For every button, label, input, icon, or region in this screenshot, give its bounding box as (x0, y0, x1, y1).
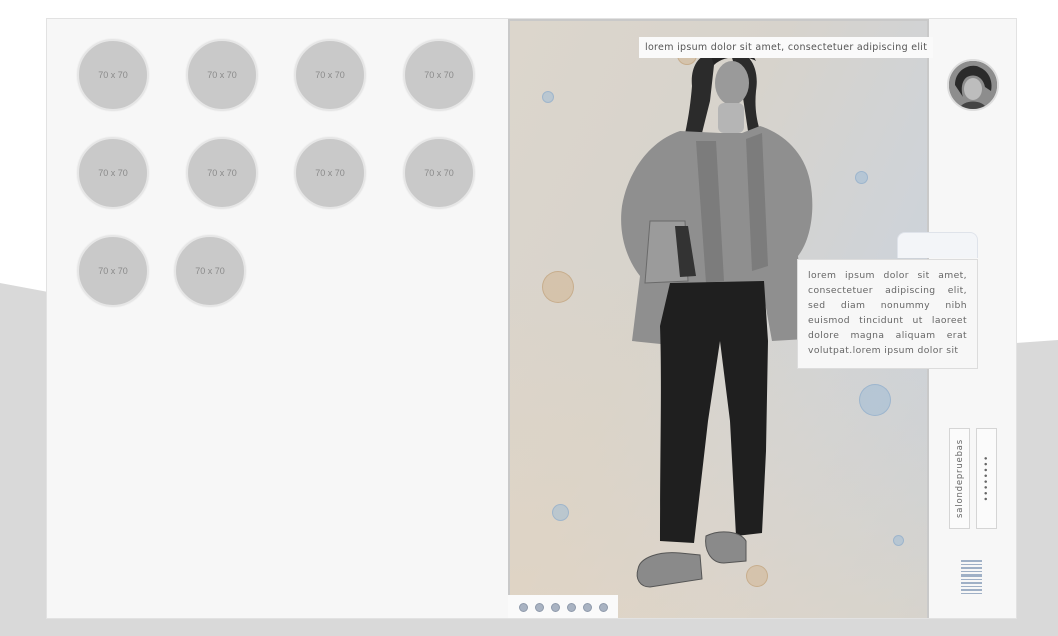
main-frame: 70 x 70 70 x 70 70 x 70 70 x 70 70 x 70 … (46, 18, 1017, 619)
avatar-placeholder[interactable]: 70 x 70 (186, 137, 258, 209)
avatar-placeholder[interactable]: 70 x 70 (77, 235, 149, 307)
profile-avatar[interactable] (947, 59, 999, 111)
slider-pagination (508, 595, 618, 618)
avatar-placeholder[interactable]: 70 x 70 (403, 137, 475, 209)
description-text: lorem ipsum dolor sit amet, consectetuer… (797, 259, 978, 369)
avatar-placeholder[interactable]: 70 x 70 (294, 137, 366, 209)
avatar-placeholder[interactable]: 70 x 70 (403, 39, 475, 111)
slider-dot[interactable] (518, 603, 528, 612)
info-tab[interactable] (897, 232, 978, 258)
username-field[interactable]: salondepruebas (949, 428, 970, 529)
slider-dot[interactable] (550, 603, 560, 612)
avatar-placeholder[interactable]: 70 x 70 (77, 137, 149, 209)
profile-photo (949, 61, 997, 109)
password-field[interactable]: •••••••• (976, 428, 997, 529)
avatar-placeholder[interactable]: 70 x 70 (186, 39, 258, 111)
slider-dot[interactable] (566, 603, 576, 612)
hero-caption: lorem ipsum dolor sit amet, consectetuer… (639, 37, 934, 58)
slider-dot[interactable] (582, 603, 592, 612)
avatar-placeholder[interactable]: 70 x 70 (77, 39, 149, 111)
avatar-placeholder[interactable]: 70 x 70 (174, 235, 246, 307)
barcode-icon (961, 560, 982, 594)
slider-dot[interactable] (598, 603, 608, 612)
slider-dot[interactable] (534, 603, 544, 612)
avatar-placeholder[interactable]: 70 x 70 (294, 39, 366, 111)
